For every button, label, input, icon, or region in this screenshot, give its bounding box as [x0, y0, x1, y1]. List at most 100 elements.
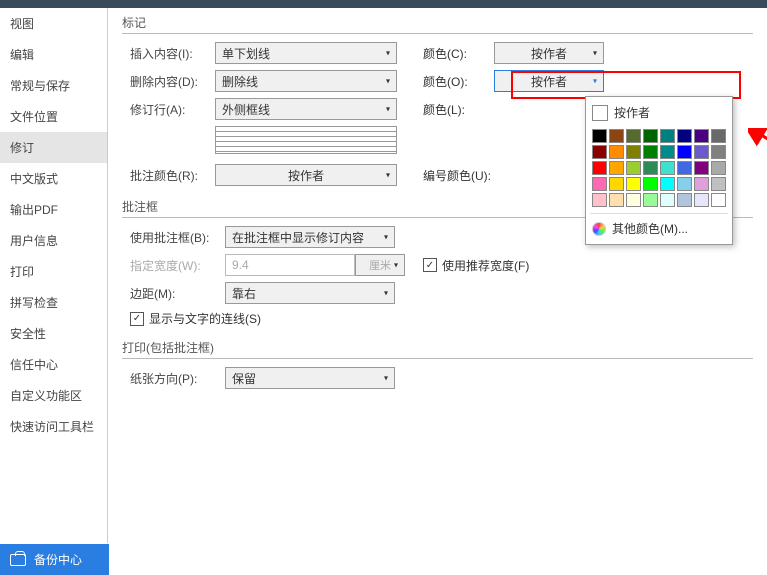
chevron-down-icon: ▾: [384, 233, 388, 242]
sidebar-item-user-info[interactable]: 用户信息: [0, 225, 107, 256]
sidebar-item-label: 修订: [10, 141, 34, 155]
color-swatch[interactable]: [677, 129, 692, 143]
insert-content-select[interactable]: 单下划线▾: [215, 42, 397, 64]
color-swatch[interactable]: [592, 193, 607, 207]
color-swatch[interactable]: [660, 129, 675, 143]
sidebar: 视图 编辑 常规与保存 文件位置 修订 中文版式 输出PDF 用户信息 打印 拼…: [0, 8, 108, 543]
delete-content-select[interactable]: 删除线▾: [215, 70, 397, 92]
color-swatch[interactable]: [660, 193, 675, 207]
preview-box: [215, 126, 397, 154]
use-balloon-select[interactable]: 在批注框中显示修订内容▾: [225, 226, 395, 248]
chevron-down-icon: ▾: [394, 261, 398, 270]
use-balloon-label: 使用批注框(B):: [130, 229, 225, 246]
sidebar-item-security[interactable]: 安全性: [0, 318, 107, 349]
color-swatch[interactable]: [643, 129, 658, 143]
color-swatch[interactable]: [609, 193, 624, 207]
other-colors-label: 其他颜色(M)...: [612, 220, 688, 237]
color-wheel-icon: [592, 222, 606, 236]
main-container: 视图 编辑 常规与保存 文件位置 修订 中文版式 输出PDF 用户信息 打印 拼…: [0, 8, 767, 543]
color-swatch[interactable]: [711, 193, 726, 207]
sidebar-item-customize-ribbon[interactable]: 自定义功能区: [0, 380, 107, 411]
color-swatch[interactable]: [694, 129, 709, 143]
color-swatch[interactable]: [677, 161, 692, 175]
color-swatch[interactable]: [643, 161, 658, 175]
sidebar-item-print[interactable]: 打印: [0, 256, 107, 287]
color-swatch[interactable]: [626, 145, 641, 159]
backup-center-button[interactable]: 备份中心: [0, 544, 109, 575]
color-swatch[interactable]: [643, 177, 658, 191]
color-swatch[interactable]: [592, 161, 607, 175]
color-swatch[interactable]: [626, 193, 641, 207]
show-lines-checkbox[interactable]: ✓ 显示与文字的连线(S): [130, 310, 261, 327]
sidebar-item-label: 安全性: [10, 327, 46, 341]
margin-select[interactable]: 靠右▾: [225, 282, 395, 304]
delete-content-label: 删除内容(D):: [130, 73, 215, 90]
insert-content-label: 插入内容(I):: [130, 45, 215, 62]
sidebar-item-label: 自定义功能区: [10, 389, 82, 403]
color-swatch-grid: [590, 127, 728, 209]
by-author-label: 按作者: [614, 104, 650, 121]
color-swatch[interactable]: [677, 177, 692, 191]
color-swatch[interactable]: [609, 161, 624, 175]
checkbox-icon: ✓: [423, 258, 437, 272]
chevron-down-icon: ▾: [386, 105, 390, 114]
color-swatch[interactable]: [592, 129, 607, 143]
color-swatch[interactable]: [677, 193, 692, 207]
comment-color-select[interactable]: 按作者▾: [215, 164, 397, 186]
paper-orientation-select[interactable]: 保留▾: [225, 367, 395, 389]
color-swatch[interactable]: [660, 145, 675, 159]
chevron-down-icon: ▾: [593, 77, 597, 86]
color-swatch[interactable]: [694, 177, 709, 191]
sidebar-item-revision[interactable]: 修订: [0, 132, 107, 163]
color-swatch[interactable]: [592, 145, 607, 159]
sidebar-item-trust-center[interactable]: 信任中心: [0, 349, 107, 380]
color-swatch[interactable]: [609, 177, 624, 191]
by-author-option[interactable]: 按作者: [590, 101, 728, 127]
sidebar-item-output-pdf[interactable]: 输出PDF: [0, 194, 107, 225]
color-swatch[interactable]: [592, 177, 607, 191]
row-delete: 删除内容(D): 删除线▾ 颜色(O): 按作者▾: [130, 70, 753, 92]
color-swatch[interactable]: [711, 161, 726, 175]
color-swatch[interactable]: [643, 193, 658, 207]
chevron-down-icon: ▾: [386, 49, 390, 58]
sidebar-item-chinese-layout[interactable]: 中文版式: [0, 163, 107, 194]
delete-color-label: 颜色(O):: [419, 73, 494, 90]
sidebar-item-quick-access[interactable]: 快速访问工具栏: [0, 411, 107, 442]
color-swatch[interactable]: [711, 177, 726, 191]
color-swatch[interactable]: [609, 129, 624, 143]
color-swatch[interactable]: [711, 129, 726, 143]
color-swatch[interactable]: [694, 161, 709, 175]
sidebar-item-file-location[interactable]: 文件位置: [0, 101, 107, 132]
color-swatch[interactable]: [694, 145, 709, 159]
width-unit-select[interactable]: 厘米▾: [355, 254, 405, 276]
insert-color-select[interactable]: 按作者▾: [494, 42, 604, 64]
sidebar-item-label: 输出PDF: [10, 203, 58, 217]
chevron-down-icon: ▾: [384, 374, 388, 383]
revise-line-select[interactable]: 外侧框线▾: [215, 98, 397, 120]
other-colors-option[interactable]: 其他颜色(M)...: [590, 213, 728, 240]
color-swatch[interactable]: [711, 145, 726, 159]
color-swatch[interactable]: [609, 145, 624, 159]
row-width: 指定宽度(W): 9.4 厘米▾ ✓ 使用推荐宽度(F): [130, 254, 753, 276]
color-swatch[interactable]: [660, 177, 675, 191]
sidebar-item-edit[interactable]: 编辑: [0, 39, 107, 70]
sidebar-item-general-save[interactable]: 常规与保存: [0, 70, 107, 101]
width-label: 指定宽度(W):: [130, 257, 225, 274]
color-swatch[interactable]: [694, 193, 709, 207]
color-swatch[interactable]: [626, 129, 641, 143]
row-paper: 纸张方向(P): 保留▾: [130, 367, 753, 389]
delete-color-select[interactable]: 按作者▾: [494, 70, 604, 92]
color-swatch[interactable]: [626, 177, 641, 191]
sidebar-item-spell-check[interactable]: 拼写检查: [0, 287, 107, 318]
color-swatch[interactable]: [677, 145, 692, 159]
width-input[interactable]: 9.4: [225, 254, 355, 276]
color-swatch[interactable]: [626, 161, 641, 175]
content-panel: 标记 插入内容(I): 单下划线▾ 颜色(C): 按作者▾ 删除内容(D): 删…: [108, 8, 767, 543]
recommend-width-checkbox[interactable]: ✓ 使用推荐宽度(F): [423, 257, 529, 274]
paper-orientation-label: 纸张方向(P):: [130, 370, 225, 387]
color-swatch[interactable]: [660, 161, 675, 175]
title-bar: [0, 0, 767, 8]
sidebar-item-view[interactable]: 视图: [0, 8, 107, 39]
color-swatch[interactable]: [643, 145, 658, 159]
revise-line-label: 修订行(A):: [130, 101, 215, 118]
